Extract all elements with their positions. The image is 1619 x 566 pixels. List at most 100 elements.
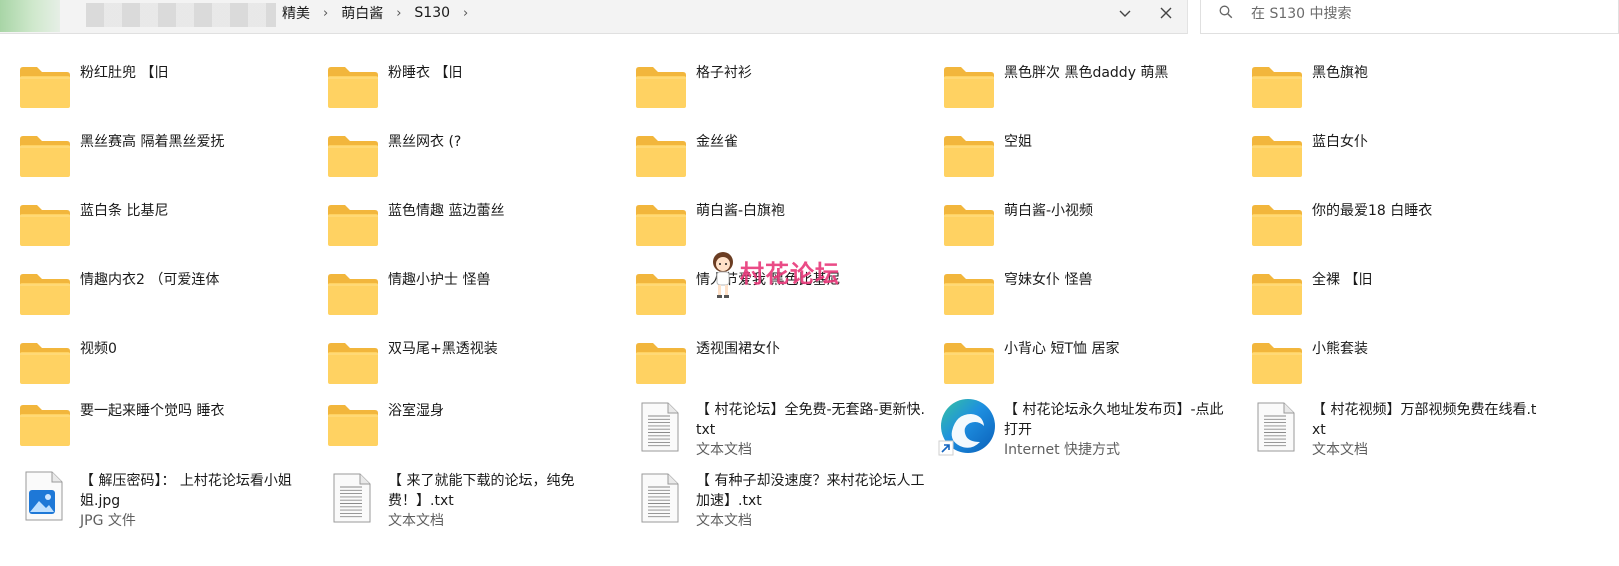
- folder-icon: [20, 274, 70, 315]
- search-input[interactable]: [1249, 2, 1603, 26]
- item-icon: [326, 133, 380, 179]
- file-item[interactable]: 【 村花论坛永久地址发布页】-点此打开 Internet 快捷方式: [924, 399, 1224, 464]
- watermark-text: 村花论坛: [740, 260, 840, 288]
- item-icon: [326, 340, 380, 386]
- item-icon: [942, 133, 996, 179]
- file-item[interactable]: 【 来了就能下载的论坛，纯免费！】.txt 文本文档: [308, 471, 608, 535]
- search-box[interactable]: [1200, 0, 1619, 34]
- item-name: 粉睡衣 【旧: [388, 65, 463, 81]
- file-item[interactable]: 【 解压密码】： 上村花论坛看小姐姐.jpg JPG 文件: [0, 471, 300, 535]
- clear-address-button[interactable]: [1154, 2, 1178, 24]
- folder-item[interactable]: 粉睡衣 【旧: [308, 62, 608, 126]
- text-file-icon: [641, 473, 679, 523]
- item-type: JPG 文件: [80, 513, 136, 529]
- blurred-app-icon: [0, 0, 60, 32]
- folder-item[interactable]: 蓝白条 比基尼: [0, 200, 300, 264]
- item-type: 文本文档: [388, 513, 444, 529]
- chevron-down-icon: [1119, 10, 1131, 17]
- folder-icon: [1252, 67, 1302, 108]
- folder-icon: [328, 205, 378, 246]
- text-file-icon: [333, 473, 371, 523]
- chevron-right-icon[interactable]: ›: [454, 6, 477, 21]
- item-icon: [18, 271, 72, 317]
- item-name: 【 村花视频】万部视频免费在线看.txt: [1312, 402, 1537, 438]
- folder-icon: [328, 136, 378, 177]
- breadcrumb-item[interactable]: 精美: [278, 3, 314, 23]
- file-item[interactable]: 【 村花视频】万部视频免费在线看.txt 文本文档: [1232, 400, 1536, 464]
- item-icon: [326, 202, 380, 248]
- folder-item[interactable]: 全裸 【旧: [1232, 269, 1532, 333]
- folder-item[interactable]: 情趣小护士 怪兽: [308, 269, 608, 333]
- item-name: 视频0: [80, 341, 117, 357]
- breadcrumb-item[interactable]: S130: [410, 5, 454, 21]
- folder-icon: [944, 136, 994, 177]
- chevron-right-icon[interactable]: ›: [314, 6, 337, 21]
- folder-item[interactable]: 小熊套装: [1232, 338, 1532, 402]
- item-icon: [18, 471, 72, 521]
- item-name: 金丝雀: [696, 134, 738, 150]
- item-icon: [634, 64, 688, 110]
- item-name: 格子衬衫: [696, 65, 752, 81]
- item-name: 你的最爱18 白睡衣: [1312, 203, 1433, 219]
- folder-icon: [328, 343, 378, 384]
- folder-icon: [636, 136, 686, 177]
- folder-item[interactable]: 黑丝赛高 隔着黑丝爱抚: [0, 131, 300, 195]
- folder-icon: [328, 274, 378, 315]
- folder-item[interactable]: 视频0: [0, 338, 300, 402]
- text-file-icon: [641, 402, 679, 452]
- item-icon: [326, 64, 380, 110]
- item-name: 双马尾+黑透视装: [388, 341, 498, 357]
- item-name: 穹妹女仆 怪兽: [1004, 272, 1093, 288]
- breadcrumb-item[interactable]: 萌白酱: [337, 3, 387, 23]
- folder-item[interactable]: 萌白酱-小视频: [924, 200, 1224, 264]
- item-name: 黑丝网衣 (?: [388, 134, 462, 150]
- item-icon: [634, 202, 688, 248]
- history-dropdown-button[interactable]: [1113, 2, 1137, 24]
- folder-item[interactable]: 要一起来睡个觉吗 睡衣: [0, 400, 300, 464]
- folder-item[interactable]: 浴室湿身: [308, 400, 608, 464]
- item-icon: [634, 133, 688, 179]
- folder-item[interactable]: 粉红肚兜 【旧: [0, 62, 300, 126]
- watermark: 村花论坛: [706, 250, 866, 300]
- item-icon: [942, 340, 996, 386]
- folder-icon: [944, 274, 994, 315]
- folder-icon: [636, 274, 686, 315]
- folder-item[interactable]: 蓝色情趣 蓝边蕾丝: [308, 200, 608, 264]
- item-name: 小熊套装: [1312, 341, 1368, 357]
- item-name: 黑丝赛高 隔着黑丝爱抚: [80, 134, 225, 150]
- file-item[interactable]: 【 村花论坛】全免费-无套路-更新快.txt 文本文档: [616, 400, 925, 464]
- folder-item[interactable]: 黑色旗袍: [1232, 62, 1532, 126]
- chevron-right-icon[interactable]: ›: [387, 6, 410, 21]
- folder-icon: [20, 405, 70, 446]
- folder-item[interactable]: 穹妹女仆 怪兽: [924, 269, 1224, 333]
- item-name: 蓝白条 比基尼: [80, 203, 169, 219]
- item-icon: [634, 340, 688, 386]
- item-name: 全裸 【旧: [1312, 272, 1373, 288]
- folder-icon: [1252, 205, 1302, 246]
- item-name: 萌白酱-小视频: [1004, 203, 1094, 219]
- folder-item[interactable]: 你的最爱18 白睡衣: [1232, 200, 1532, 264]
- item-name: 浴室湿身: [388, 403, 444, 419]
- folder-item[interactable]: 空姐: [924, 131, 1224, 195]
- folder-item[interactable]: 双马尾+黑透视装: [308, 338, 608, 402]
- folder-item[interactable]: 小背心 短T恤 居家: [924, 338, 1224, 402]
- folder-item[interactable]: 格子衬衫: [616, 62, 916, 126]
- item-type: Internet 快捷方式: [1004, 442, 1121, 458]
- folder-item[interactable]: 透视围裙女仆: [616, 338, 916, 402]
- item-icon: [634, 473, 688, 523]
- item-icon: [18, 340, 72, 386]
- item-name: 【 村花论坛永久地址发布页】-点此打开: [1004, 402, 1224, 438]
- item-icon: [18, 133, 72, 179]
- item-name: 【 村花论坛】全免费-无套路-更新快.txt: [696, 402, 926, 438]
- item-name: 【 有种子却没速度？来村花论坛人工加速】.txt: [696, 473, 925, 509]
- item-icon: [942, 271, 996, 317]
- folder-icon: [636, 67, 686, 108]
- folder-item[interactable]: 黑色胖次 黑色daddy 萌黑: [924, 62, 1224, 126]
- file-item[interactable]: 【 有种子却没速度？来村花论坛人工加速】.txt 文本文档: [616, 471, 924, 535]
- folder-item[interactable]: 情趣内衣2 （可爱连体: [0, 269, 300, 333]
- folder-item[interactable]: 金丝雀: [616, 131, 916, 195]
- folder-item[interactable]: 黑丝网衣 (?: [308, 131, 608, 195]
- folder-item[interactable]: 蓝白女仆: [1232, 131, 1532, 195]
- address-bar[interactable]: 精美 › 萌白酱 › S130 ›: [0, 0, 1188, 34]
- blurred-breadcrumb-segment: [86, 3, 276, 27]
